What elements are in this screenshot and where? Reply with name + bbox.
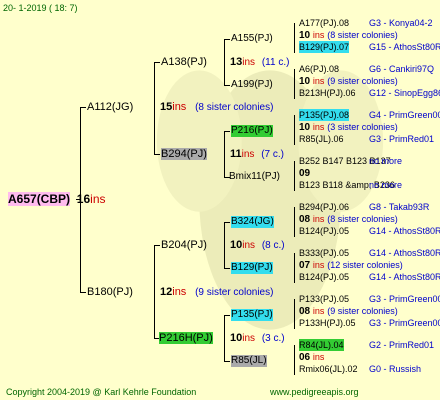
gen4-bottom-1[interactable]: B129(PJ).07 (299, 41, 350, 53)
gen3-node-7[interactable]: P135(PJ) (231, 309, 273, 321)
pedigree-canvas: 20- 1-2019 ( 18: 7) Copyright 2004-2019 … (0, 0, 440, 400)
gen4-bottom-2[interactable]: B213H(PJ).06 (299, 87, 356, 99)
parent-dam-info: 15ins (8 sister colonies) (160, 101, 274, 113)
gen4-top-2[interactable]: A6(PJ).08 (299, 63, 339, 75)
grandparent-3[interactable]: B204(PJ) (161, 239, 207, 251)
copyright: Copyright 2004-2019 @ Karl Kehrle Founda… (6, 387, 197, 397)
gen3-node-2[interactable]: A199(PJ) (231, 79, 273, 91)
gen4-bottom-5[interactable]: B124(PJ).05 (299, 225, 349, 237)
gen4-top-5[interactable]: B294(PJ).06 (299, 201, 349, 213)
parent-sire[interactable]: B180(PJ) (87, 286, 133, 298)
gen4-top-line-2: G6 - Cankiri97Q (369, 64, 435, 74)
gen4-bottom-6[interactable]: B124(PJ).05 (299, 271, 349, 283)
website: www.pedigreeapis.org (270, 387, 359, 397)
gen4-bottom-line-8: G0 - Russish (369, 364, 422, 374)
gen3-node-3[interactable]: P216(PJ) (231, 125, 273, 137)
gen4-bottom-line-5: G14 - AthosSt80R (369, 226, 440, 236)
root-count: 16 (76, 192, 91, 206)
grandparent-4-info: 10ins (3 c.) (230, 332, 285, 344)
gen4-bottom-line-1: G15 - AthosSt80R (369, 42, 440, 52)
gen4-top-line-1: G3 - Konya04-2 (369, 18, 433, 28)
gen4-bottom-line-2: G12 - SinopEgg86R (369, 88, 440, 98)
grandparent-1-info: 13ins (11 c.) (230, 56, 290, 68)
gen4-top-line-4: no more (369, 156, 403, 166)
gen4-bottom-line-4: no more (369, 180, 403, 190)
gen3-node-4[interactable]: Bmix11(PJ) (229, 171, 280, 183)
gen4-top-8[interactable]: R84(JL).04 (299, 339, 344, 351)
gen3-node-8[interactable]: R85(JL) (231, 355, 267, 367)
gen4-top-line-8: G2 - PrimRed01 (369, 340, 435, 350)
parent-dam[interactable]: A112(JG) (87, 101, 133, 113)
gen4-top-line-3: G4 - PrimGreen00 (369, 110, 440, 120)
gen3-node-6[interactable]: B129(PJ) (231, 262, 273, 274)
grandparent-2[interactable]: B294(PJ) (161, 148, 207, 160)
gen4-bottom-7[interactable]: P133H(PJ).05 (299, 317, 356, 329)
root-ins: ins (90, 192, 106, 206)
gen4-top-1[interactable]: A177(PJ).08 (299, 17, 349, 29)
gen4-top-7[interactable]: P133(PJ).05 (299, 293, 349, 305)
gen4-bottom-line-6: G14 - AthosSt80R (369, 272, 440, 282)
gen4-top-6[interactable]: B333(PJ).05 (299, 247, 349, 259)
gen3-node-5[interactable]: B324(JG) (231, 216, 274, 228)
print-date: 20- 1-2019 ( 18: 7) (3, 3, 78, 13)
gen4-bottom-3[interactable]: R85(JL).06 (299, 133, 344, 145)
gen4-top-line-5: G8 - Takab93R (369, 202, 430, 212)
parent-sire-info: 12ins (9 sister colonies) (160, 286, 274, 298)
gen4-bottom-8[interactable]: Rmix06(JL).02 (299, 363, 358, 375)
gen4-top-line-6: G14 - AthosSt80R (369, 248, 440, 258)
grandparent-1[interactable]: A138(PJ) (161, 56, 207, 68)
root-name: A657(CBP) (8, 192, 71, 206)
grandparent-2-info: 11ins (7 c.) (230, 148, 284, 160)
gen4-top-3[interactable]: P135(PJ).08 (299, 109, 350, 121)
root-node[interactable]: A657(CBP) 16ins (8, 192, 106, 207)
gen4-bottom-line-7: G3 - PrimGreen00 (369, 318, 440, 328)
grandparent-3-info: 10ins (8 c.) (230, 239, 285, 251)
gen3-node-1[interactable]: A155(PJ) (231, 33, 273, 45)
grandparent-4[interactable]: P216H(PJ) (159, 332, 213, 344)
gen4-bottom-line-3: G3 - PrimRed01 (369, 134, 435, 144)
gen4-top-line-7: G3 - PrimGreen00 (369, 294, 440, 304)
